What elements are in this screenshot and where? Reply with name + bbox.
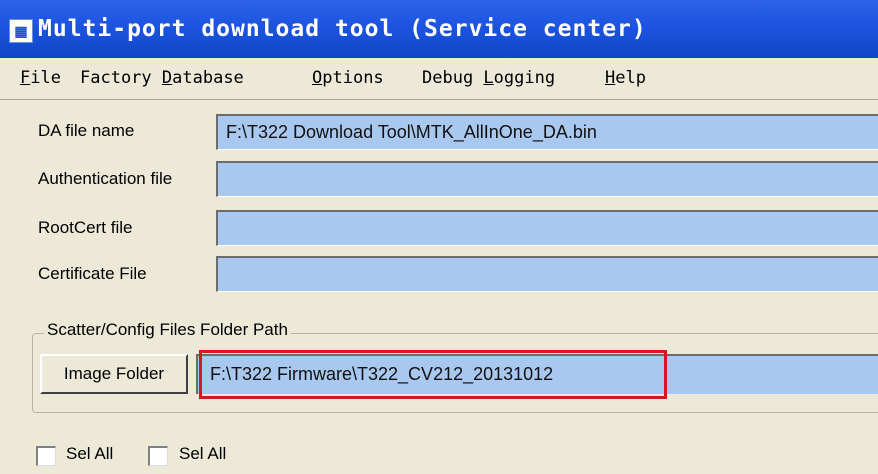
menu-bar: File Factory Database Options Debug Logg… (0, 58, 878, 100)
window-title: Multi-port download tool (Service center… (38, 16, 647, 42)
sel-all-checkbox-2[interactable] (148, 446, 168, 466)
app-icon[interactable]: ▦ (9, 19, 33, 43)
menu-factory-database[interactable]: Factory Database (80, 68, 244, 88)
menu-debug-logging[interactable]: Debug Logging (422, 68, 555, 88)
da-file-label: DA file name (38, 121, 135, 140)
title-bar[interactable]: ▦ Multi-port download tool (Service cent… (0, 0, 878, 58)
sel-all-checkbox-1[interactable] (36, 446, 56, 466)
menu-options[interactable]: Options (312, 68, 384, 88)
da-file-input[interactable]: F:\T322 Download Tool\MTK_AllInOne_DA.bi… (216, 114, 878, 150)
sel-all-label-1: Sel All (66, 444, 114, 463)
authentication-file-label: Authentication file (38, 169, 173, 188)
certificate-file-input[interactable] (216, 256, 878, 292)
rootcert-file-input[interactable] (216, 210, 878, 246)
image-folder-button[interactable]: Image Folder (40, 354, 188, 394)
rootcert-file-label: RootCert file (38, 218, 133, 237)
menu-help[interactable]: Help (605, 68, 646, 88)
authentication-file-input[interactable] (216, 161, 878, 197)
menu-file[interactable]: File (20, 68, 61, 88)
sel-all-label-2: Sel All (179, 444, 227, 463)
annotation-highlight-box (199, 350, 667, 399)
certificate-file-label: Certificate File (38, 264, 147, 283)
scatter-config-group-label: Scatter/Config Files Folder Path (44, 320, 291, 340)
